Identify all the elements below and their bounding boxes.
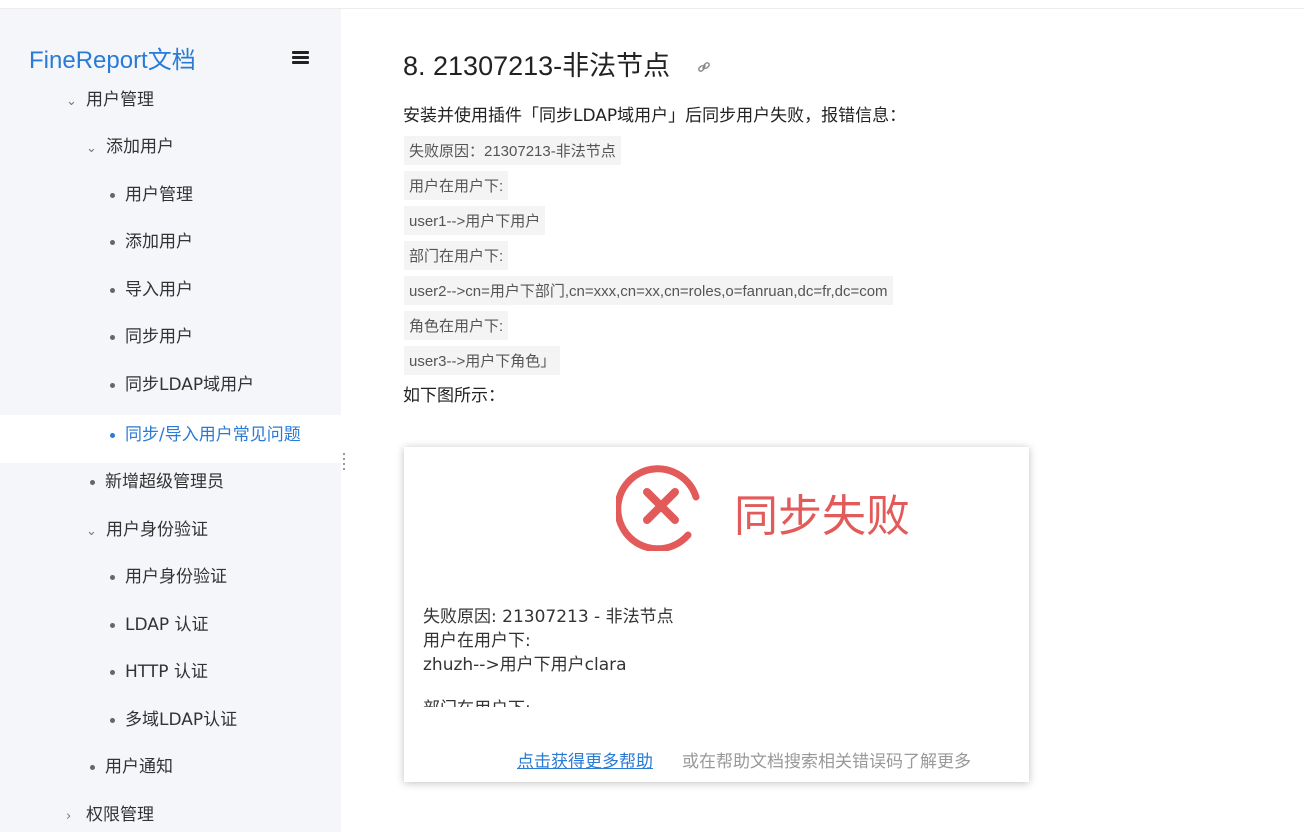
sidebar-item-label: 新增超级管理员 — [105, 472, 224, 492]
chevron-right-icon[interactable]: › — [66, 809, 80, 824]
intro-text: 安装并使用插件「同步LDAP域用户」后同步用户失败，报错信息： — [403, 106, 907, 126]
bullet-icon — [110, 239, 115, 245]
dialog-message: 失败原因: 21307213 - 非法节点 用户在用户下: zhuzh-->用户… — [423, 605, 674, 677]
brand-title[interactable]: FineReport文档 — [29, 40, 196, 75]
sidebar-item-label: 用户通知 — [105, 757, 173, 777]
code-line: 角色在用户下: — [404, 311, 509, 340]
sidebar-item-label: 同步用户 — [125, 327, 193, 347]
code-line: user1-->用户下用户 — [404, 206, 546, 235]
sidebar-item[interactable]: 添加用户 — [110, 227, 193, 252]
help-hint: 或在帮助文档搜索相关错误码了解更多 — [682, 752, 971, 772]
bullet-icon — [110, 669, 115, 675]
sidebar-item[interactable]: 同步用户 — [110, 322, 193, 347]
dialog-line: 失败原因: 21307213 - 非法节点 — [423, 607, 674, 627]
sidebar-item-label: 添加用户 — [106, 137, 174, 157]
sidebar-item[interactable]: 用户管理 — [110, 180, 193, 205]
dialog-line-truncated: 部门在用户下: — [423, 697, 531, 707]
sidebar-item[interactable]: ⌄ 用户管理 — [66, 85, 154, 110]
code-line: 失败原因：21307213-非法节点 — [404, 136, 621, 165]
error-screenshot: 同步失败 失败原因: 21307213 - 非法节点 用户在用户下: zhuzh… — [404, 447, 1029, 782]
sidebar-item[interactable]: 同步LDAP域用户 — [110, 370, 254, 395]
bullet-icon — [110, 192, 115, 198]
bullet-icon — [90, 479, 95, 485]
sidebar-item-label: 用户管理 — [125, 185, 193, 205]
code-line: 用户在用户下: — [404, 171, 509, 200]
error-circle-icon — [616, 465, 700, 551]
sidebar-item-label: 用户管理 — [86, 90, 154, 110]
bullet-icon — [110, 334, 115, 340]
page-title: 8. 21307213-非法节点 — [403, 51, 671, 81]
resize-handle[interactable] — [343, 453, 346, 473]
sidebar-item[interactable]: 多域LDAP认证 — [110, 705, 237, 730]
sidebar-item-label: 权限管理 — [86, 805, 154, 825]
chevron-down-icon[interactable]: ⌄ — [86, 141, 100, 156]
sidebar-item[interactable]: ⌄ 添加用户 — [86, 132, 174, 157]
sidebar-item[interactable]: 新增超级管理员 — [90, 467, 224, 492]
sidebar-item-label: HTTP 认证 — [125, 662, 208, 682]
code-line: user3-->用户下角色」 — [404, 346, 561, 375]
sidebar-item[interactable]: › 权限管理 — [66, 800, 154, 825]
sidebar-item[interactable]: HTTP 认证 — [110, 657, 208, 682]
bullet-icon — [110, 574, 115, 580]
bullet-icon — [90, 764, 95, 770]
dialog-line: zhuzh-->用户下用户clara — [423, 655, 627, 675]
help-link[interactable]: 点击获得更多帮助 — [517, 747, 653, 772]
sidebar-item-label: LDAP 认证 — [125, 615, 209, 635]
sidebar-item-label: 用户身份验证 — [125, 567, 227, 587]
bullet-icon — [110, 432, 115, 438]
outro-text: 如下图所示： — [403, 386, 505, 406]
sidebar-item-label: 用户身份验证 — [106, 520, 208, 540]
sidebar-item[interactable]: LDAP 认证 — [110, 610, 209, 635]
sidebar-item[interactable]: 同步/导入用户常见问题 — [110, 420, 301, 445]
sidebar-item-label: 添加用户 — [125, 232, 193, 252]
dialog-line: 用户在用户下: — [423, 631, 531, 651]
sidebar-item-label: 多域LDAP认证 — [125, 710, 238, 730]
sidebar-item[interactable]: 导入用户 — [110, 275, 193, 300]
bullet-icon — [110, 622, 115, 628]
code-line: user2-->cn=用户下部门,cn=xxx,cn=xx,cn=roles,o… — [404, 276, 893, 305]
sidebar-item-label: 同步/导入用户常见问题 — [125, 425, 301, 445]
menu-icon[interactable] — [292, 51, 309, 64]
sidebar-item[interactable]: ⌄ 用户身份验证 — [86, 515, 208, 540]
sidebar: FineReport文档 ⌄ 用户管理 ⌄ 添加用户 用户管理 添加用户 导入用户 同步用户同… — [0, 9, 345, 832]
bullet-icon — [110, 382, 115, 388]
top-border — [0, 0, 1304, 9]
sidebar-item-label: 同步LDAP域用户 — [125, 375, 255, 395]
bullet-icon — [110, 717, 115, 723]
anchor-link-icon[interactable] — [696, 59, 712, 75]
bullet-icon — [110, 287, 115, 293]
chevron-down-icon[interactable]: ⌄ — [86, 524, 100, 539]
chevron-down-icon[interactable]: ⌄ — [66, 94, 80, 109]
sidebar-item[interactable]: 用户身份验证 — [110, 562, 227, 587]
sidebar-item-label: 导入用户 — [125, 280, 193, 300]
code-line: 部门在用户下: — [404, 241, 509, 270]
dialog-title: 同步失败 — [734, 491, 910, 542]
sidebar-item[interactable]: 用户通知 — [90, 752, 173, 777]
